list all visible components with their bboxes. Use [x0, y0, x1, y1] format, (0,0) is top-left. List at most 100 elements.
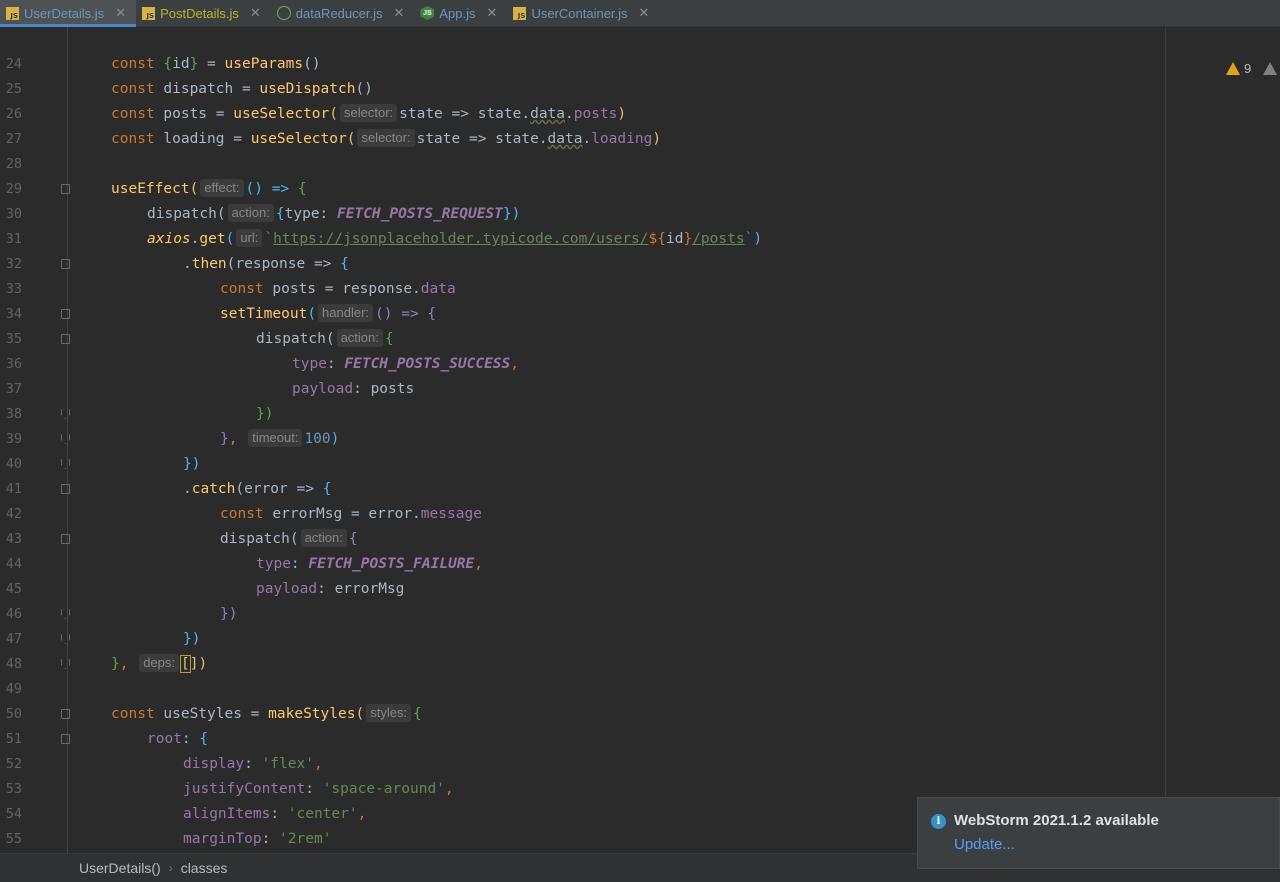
code-line: 33 .then(response => { [0, 252, 1165, 297]
tab-label: UserDetails.js [24, 5, 105, 21]
nodejs-icon: JS [420, 6, 435, 20]
code-text: useEffect(effect:() => { [111, 179, 307, 197]
notification-title: WebStorm 2021.1.2 available [954, 812, 1159, 829]
code-text: type: FETCH_POSTS_FAILURE, [256, 556, 483, 572]
fold-icon[interactable] [61, 659, 70, 669]
close-icon[interactable]: ✕ [250, 5, 261, 21]
code-text: dispatch(action:{ [256, 329, 394, 347]
code-line: 53 display: 'flex', [0, 752, 1165, 797]
code-text: root: { [147, 731, 209, 747]
code-text: dispatch(action:{ [220, 529, 358, 547]
code-line: 24 [0, 27, 1165, 72]
tab-datareducer[interactable]: dataReducer.js ✕ [271, 0, 415, 26]
code-line: 45 type: FETCH_POSTS_FAILURE, [0, 552, 1165, 597]
code-line: 27 const posts = useSelector(selector: st… [0, 102, 1165, 147]
fold-icon[interactable] [61, 734, 70, 744]
fold-icon[interactable] [61, 434, 70, 444]
code-text: const posts = response.data [220, 281, 456, 297]
parameter-hint: selector: [357, 129, 415, 147]
code-text: }) [183, 456, 201, 472]
parameter-hint: timeout: [248, 429, 303, 447]
parameter-hint: handler: [318, 304, 374, 322]
fold-icon[interactable] [61, 609, 70, 619]
parameter-hint: selector: [340, 104, 398, 122]
fold-icon[interactable] [61, 409, 70, 419]
breadcrumb-item-function[interactable]: UserDetails() [79, 860, 161, 876]
update-link[interactable]: Update... [954, 836, 1015, 853]
parameter-hint: url: [236, 229, 263, 247]
code-line: 37 type: FETCH_POSTS_SUCCESS, [0, 352, 1165, 397]
update-notification: i WebStorm 2021.1.2 available Update... [917, 797, 1280, 869]
code-text: const {id} = useParams() [111, 56, 321, 72]
tab-postdetails[interactable]: JS PostDetails.js ✕ [136, 0, 271, 26]
js-file-icon: JS [513, 6, 527, 20]
warning-icon [1226, 62, 1240, 75]
close-icon[interactable]: ✕ [639, 5, 650, 21]
fold-icon[interactable] [61, 334, 70, 344]
reducer-icon [276, 6, 291, 20]
fold-icon[interactable] [61, 709, 70, 719]
chevron-right-icon: › [168, 861, 173, 875]
fold-icon[interactable] [61, 459, 70, 469]
code-text: .catch(error => { [183, 481, 332, 497]
text-caret: [ [180, 655, 191, 673]
code-line: 36 dispatch(action:{ [0, 327, 1165, 372]
info-icon: i [931, 814, 946, 829]
code-text: justifyContent: 'space-around', [183, 781, 454, 797]
code-text: const posts = useSelector(selector: state… [111, 104, 627, 122]
js-file-icon: JS [6, 6, 19, 20]
fold-icon[interactable] [61, 184, 70, 194]
close-icon[interactable]: ✕ [115, 5, 126, 21]
code-text: const useStyles = makeStyles(styles:{ [111, 704, 422, 722]
inspection-widget[interactable]: 9 [1226, 61, 1278, 76]
code-text: marginTop: '2rem' [183, 831, 332, 847]
fold-icon[interactable] [61, 484, 70, 494]
code-text: const loading = useSelector(selector: sta… [111, 129, 662, 147]
close-icon[interactable]: ✕ [393, 5, 404, 21]
code-text: }) [220, 606, 238, 622]
fold-icon[interactable] [61, 309, 70, 319]
code-text: dispatch(action: {type: FETCH_POSTS_REQUE… [147, 204, 521, 222]
parameter-hint: deps: [139, 654, 180, 672]
code-text: }) [256, 406, 274, 422]
code-line: 41 }) [0, 452, 1165, 497]
code-text: axios.get(url: `https://jsonplaceholder.t… [147, 229, 763, 247]
right-margin-guide [1165, 27, 1166, 853]
parameter-hint: action: [336, 329, 383, 347]
tab-app[interactable]: JS App.js ✕ [414, 0, 507, 26]
code-text: }, deps:[]) [111, 654, 208, 673]
code-text: payload: posts [292, 381, 415, 397]
code-line: 44 dispatch(action:{ [0, 527, 1165, 572]
code-line: 29 [0, 152, 1165, 197]
fold-icon[interactable] [61, 259, 70, 269]
code-text: payload: errorMsg [256, 581, 405, 597]
fold-icon[interactable] [61, 634, 70, 644]
code-line: 32 axios.get(url: `https://jsonplaceholde… [0, 227, 1165, 272]
breadcrumb-item-classes[interactable]: classes [181, 860, 228, 876]
code-text: .then(response => { [183, 256, 349, 272]
code-text: setTimeout(handler:() => { [220, 304, 437, 322]
code-line: 39 }) [0, 402, 1165, 447]
code-text: type: FETCH_POSTS_SUCCESS, [292, 356, 519, 372]
code-text: const errorMsg = error.message [220, 506, 482, 522]
tab-usercontainer[interactable]: JS UserContainer.js ✕ [507, 0, 659, 26]
close-icon[interactable]: ✕ [487, 5, 498, 21]
warning-count: 9 [1244, 61, 1252, 76]
tab-userdetails[interactable]: JS UserDetails.js ✕ [0, 0, 137, 27]
code-editor[interactable]: 9 24 25 const {id} = useParams() 26 cons… [0, 27, 1280, 853]
fold-icon[interactable] [61, 534, 70, 544]
url-link[interactable]: https://jsonplaceholder.typicode.com/use… [273, 231, 648, 247]
code-text: }) [183, 631, 201, 647]
code-line: 48 }) [0, 627, 1165, 672]
code-line: 25 const {id} = useParams() [0, 52, 1165, 97]
code-line: 38 payload: posts [0, 377, 1165, 422]
tab-label: PostDetails.js [160, 5, 239, 21]
js-file-icon: JS [142, 6, 156, 20]
code-line: 30 useEffect(effect:() => { [0, 177, 1165, 222]
code-line: 49 }, deps:[]) [0, 652, 1165, 697]
tab-label: UserContainer.js [531, 5, 628, 21]
parameter-hint: effect: [200, 179, 244, 197]
code-line: 52 root: { [0, 727, 1165, 772]
code-line: 46 payload: errorMsg [0, 577, 1165, 622]
code-text: }, timeout: 100) [220, 429, 340, 447]
